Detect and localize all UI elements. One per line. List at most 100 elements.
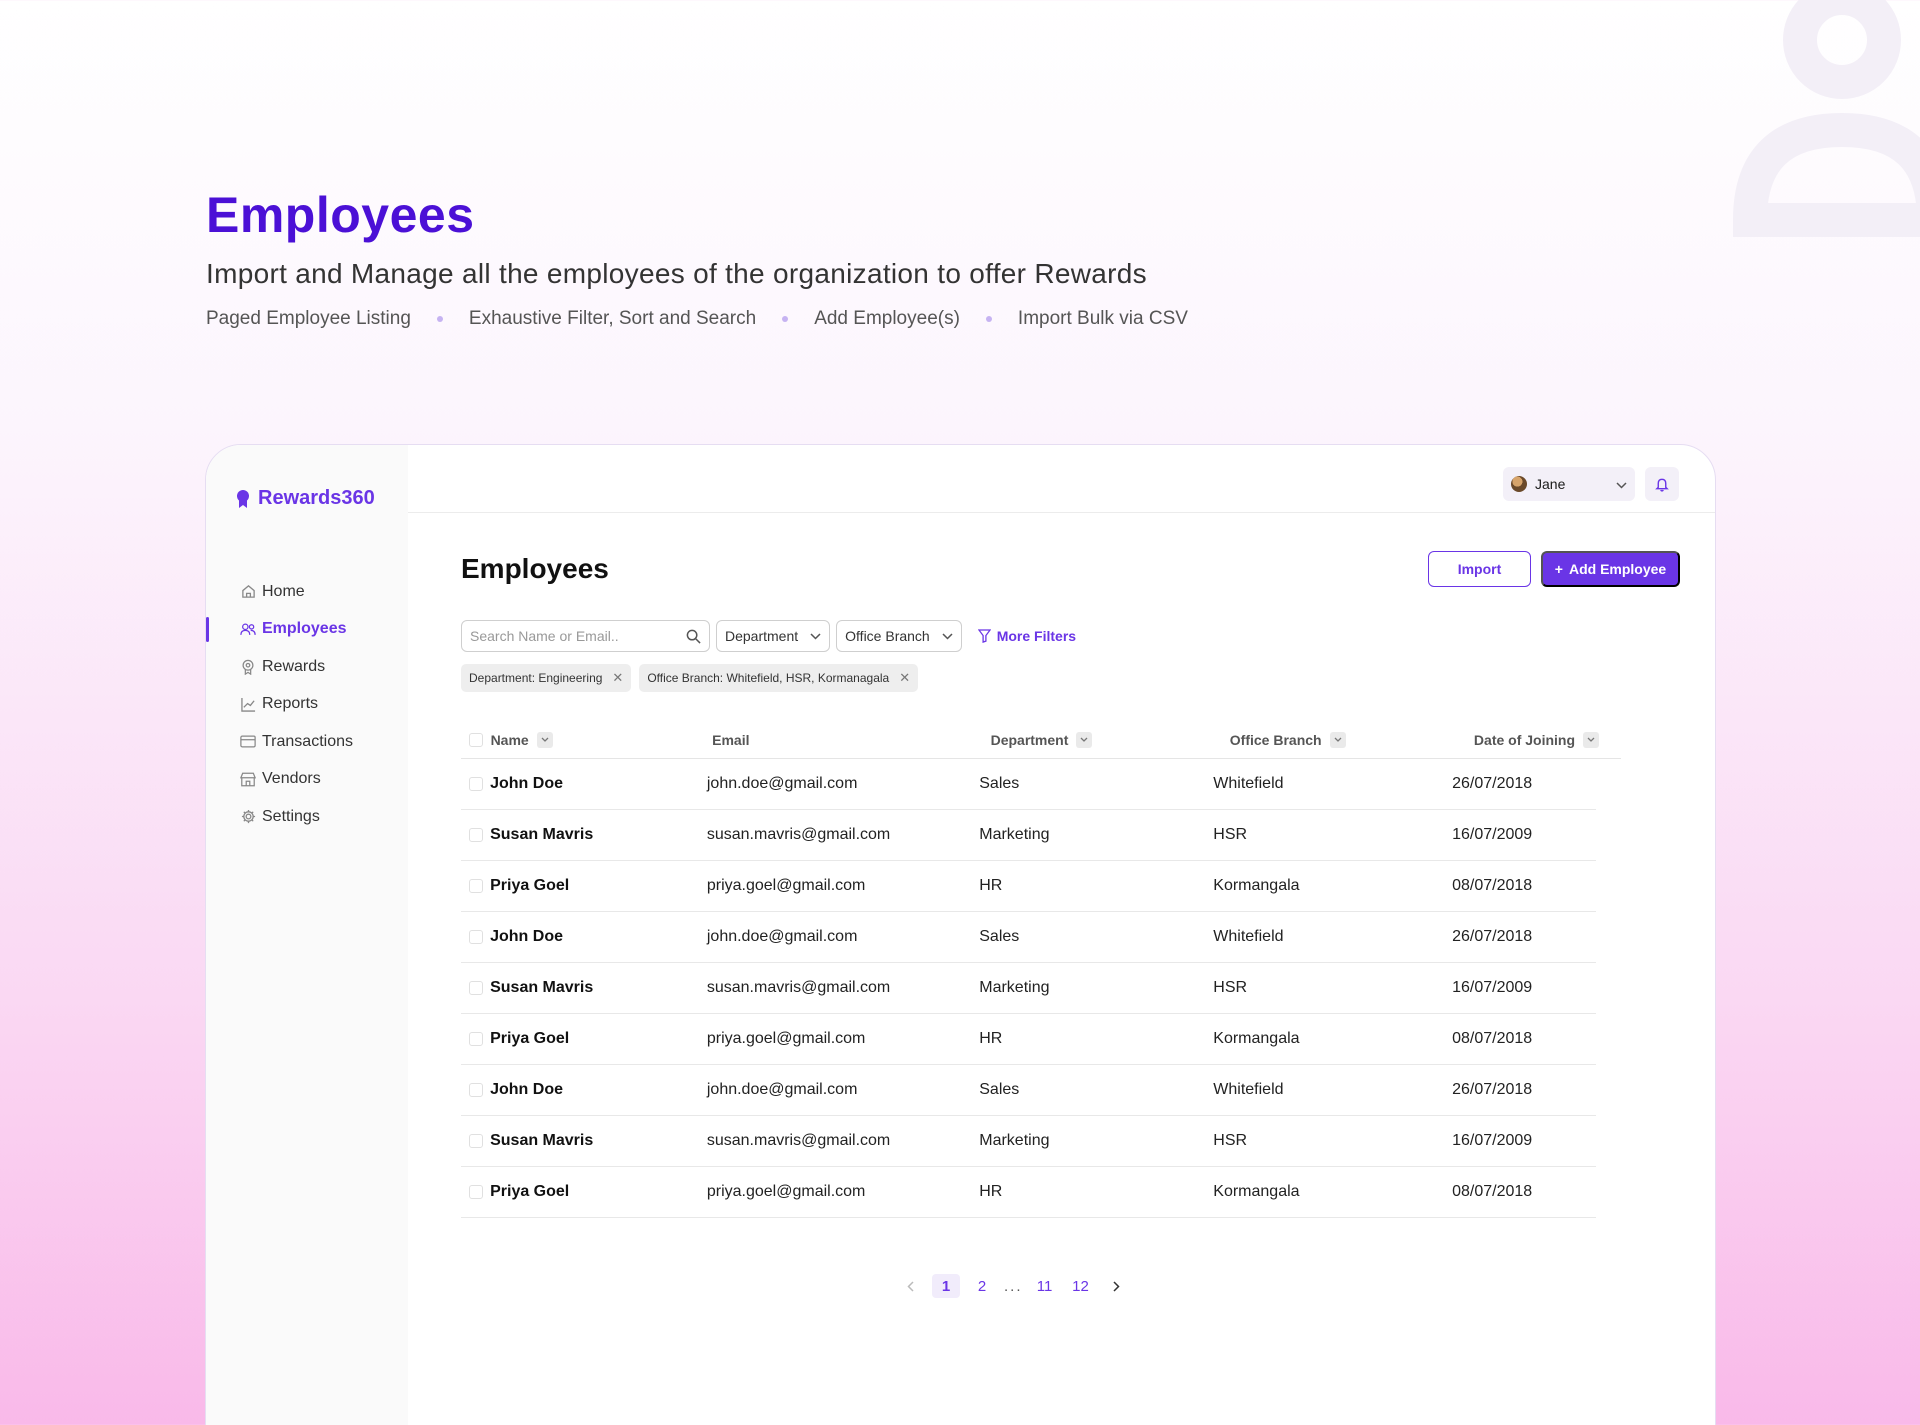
table-body: John Doe john.doe@gmail.com Sales Whitefiel… (461, 759, 1621, 1218)
row-checkbox[interactable] (469, 1032, 483, 1046)
header-label: Office Branch (1229, 731, 1322, 748)
row-checkbox[interactable] (469, 981, 483, 995)
header-label: Name (490, 731, 529, 748)
table-row[interactable]: John Doe john.doe@gmail.com Sales Whitefiel… (461, 1065, 1596, 1116)
row-checkbox-cell (461, 1032, 490, 1046)
cell-email: susan.mavris@gmail.com (706, 979, 891, 996)
cell-name: John Doe (490, 1081, 563, 1098)
table-row[interactable]: John Doe john.doe@gmail.com Sales Whitefiel… (461, 912, 1596, 963)
notifications-button[interactable] (1645, 467, 1679, 501)
import-button[interactable]: Import (1428, 551, 1531, 587)
user-menu[interactable]: Jane (1503, 467, 1635, 501)
column-header-office-branch[interactable]: Office Branch (1229, 731, 1474, 748)
row-checkbox-cell (461, 1083, 490, 1097)
more-filters-button[interactable]: More Filters (977, 628, 1077, 644)
chevron-down-icon (810, 632, 821, 640)
sidebar-item-rewards[interactable]: Rewards (206, 648, 408, 686)
row-checkbox[interactable] (469, 930, 483, 944)
table-row[interactable]: Priya Goel priya.goel@gmail.com HR Kormanga… (461, 861, 1596, 912)
cell-office-branch: HSR (1213, 1132, 1248, 1149)
feature-item: Exhaustive Filter, Sort and Search (468, 308, 757, 329)
award-icon (237, 489, 249, 508)
cell-office-branch: HSR (1213, 826, 1248, 843)
chart-icon (240, 696, 256, 712)
page-2-button[interactable]: 2 (968, 1274, 996, 1298)
cell-department: Sales (979, 775, 1020, 792)
sidebar: Rewards360 Home Employees Rewards Report… (206, 445, 408, 1425)
table-row[interactable]: Susan Mavris susan.mavris@gmail.com Market… (461, 810, 1596, 861)
row-checkbox[interactable] (469, 879, 483, 893)
pagination: 1 2 ... 11 12 (896, 1274, 1131, 1298)
previous-page-chevron-icon[interactable] (896, 1274, 924, 1298)
app-logo[interactable]: Rewards360 (236, 487, 375, 510)
more-filters-label: More Filters (996, 628, 1077, 644)
table-row[interactable]: Priya Goel priya.goel@gmail.com HR Kormanga… (461, 1167, 1596, 1218)
top-bar: Jane (408, 445, 1715, 513)
next-page-chevron-icon[interactable] (1103, 1274, 1131, 1298)
page-1-button[interactable]: 1 (932, 1274, 960, 1298)
table-row[interactable]: Priya Goel priya.goel@gmail.com HR Kormanga… (461, 1014, 1596, 1065)
page-12-button[interactable]: 12 (1067, 1274, 1095, 1298)
gear-icon (240, 809, 256, 825)
filter-bar: Search Name or Email.. Department Office… (461, 620, 1076, 652)
row-checkbox-cell (461, 828, 490, 842)
sort-chevron-icon[interactable] (1583, 731, 1600, 748)
cell-email: susan.mavris@gmail.com (706, 826, 891, 843)
logo-text: Rewards360 (258, 487, 375, 509)
row-checkbox-cell (461, 981, 490, 995)
cell-name: Priya Goel (490, 1030, 570, 1047)
sidebar-item-settings[interactable]: Settings (206, 798, 408, 836)
cell-name: John Doe (490, 928, 563, 945)
card-icon (240, 734, 256, 750)
close-icon[interactable]: ✕ (899, 670, 910, 686)
select-all-checkbox[interactable] (469, 732, 483, 747)
table-row[interactable]: John Doe john.doe@gmail.com Sales Whitefiel… (461, 759, 1596, 810)
hero-section: Employees Import and Manage all the empl… (206, 186, 1188, 330)
cell-date-of-joining: 16/07/2009 (1452, 1132, 1533, 1149)
column-header-department[interactable]: Department (991, 731, 1230, 748)
row-checkbox[interactable] (469, 1185, 483, 1199)
row-checkbox[interactable] (469, 1134, 483, 1148)
sidebar-item-vendors[interactable]: Vendors (206, 761, 408, 799)
table-row[interactable]: Susan Mavris susan.mavris@gmail.com Market… (461, 1116, 1596, 1167)
cell-department: Sales (979, 928, 1020, 945)
plus-icon: + (1554, 561, 1563, 577)
row-checkbox[interactable] (469, 777, 483, 791)
sidebar-item-label: Transactions (262, 732, 353, 750)
sidebar-item-employees[interactable]: Employees (206, 611, 408, 649)
sidebar-item-label: Reports (262, 695, 319, 713)
page-11-button[interactable]: 11 (1031, 1274, 1059, 1298)
sidebar-item-transactions[interactable]: Transactions (206, 723, 408, 761)
cell-date-of-joining: 08/07/2018 (1452, 1030, 1533, 1047)
cell-department: HR (979, 1183, 1003, 1200)
chevron-down-icon (942, 632, 953, 640)
search-input[interactable]: Search Name or Email.. (461, 620, 710, 652)
cell-office-branch: Whitefield (1213, 928, 1284, 945)
cell-department: Marketing (979, 826, 1050, 843)
table-header: Name Email Department Office Branch Date… (461, 721, 1621, 759)
column-header-name[interactable]: Name (490, 731, 713, 748)
sort-chevron-icon[interactable] (1076, 731, 1093, 748)
cell-office-branch: HSR (1213, 979, 1248, 996)
cell-department: Marketing (979, 1132, 1050, 1149)
office-branch-filter[interactable]: Office Branch (836, 620, 962, 652)
column-header-date-of-joining[interactable]: Date of Joining (1474, 731, 1621, 748)
store-icon (240, 771, 256, 787)
cell-department: Marketing (979, 979, 1050, 996)
office-branch-filter-label: Office Branch (845, 628, 930, 644)
table-row[interactable]: Susan Mavris susan.mavris@gmail.com Market… (461, 963, 1596, 1014)
close-icon[interactable]: ✕ (612, 670, 623, 686)
add-employee-button[interactable]: + Add Employee (1541, 551, 1680, 587)
sidebar-item-home[interactable]: Home (206, 573, 408, 611)
row-checkbox[interactable] (469, 828, 483, 842)
cell-email: priya.goel@gmail.com (706, 877, 866, 894)
sidebar-item-label: Rewards (262, 657, 326, 675)
department-filter[interactable]: Department (716, 620, 831, 652)
search-placeholder: Search Name or Email.. (470, 628, 619, 644)
cell-office-branch: Kormangala (1213, 1183, 1300, 1200)
sidebar-item-reports[interactable]: Reports (206, 686, 408, 724)
cell-office-branch: Kormangala (1213, 877, 1300, 894)
sort-chevron-icon[interactable] (536, 731, 553, 748)
sort-chevron-icon[interactable] (1329, 731, 1346, 748)
row-checkbox[interactable] (469, 1083, 483, 1097)
